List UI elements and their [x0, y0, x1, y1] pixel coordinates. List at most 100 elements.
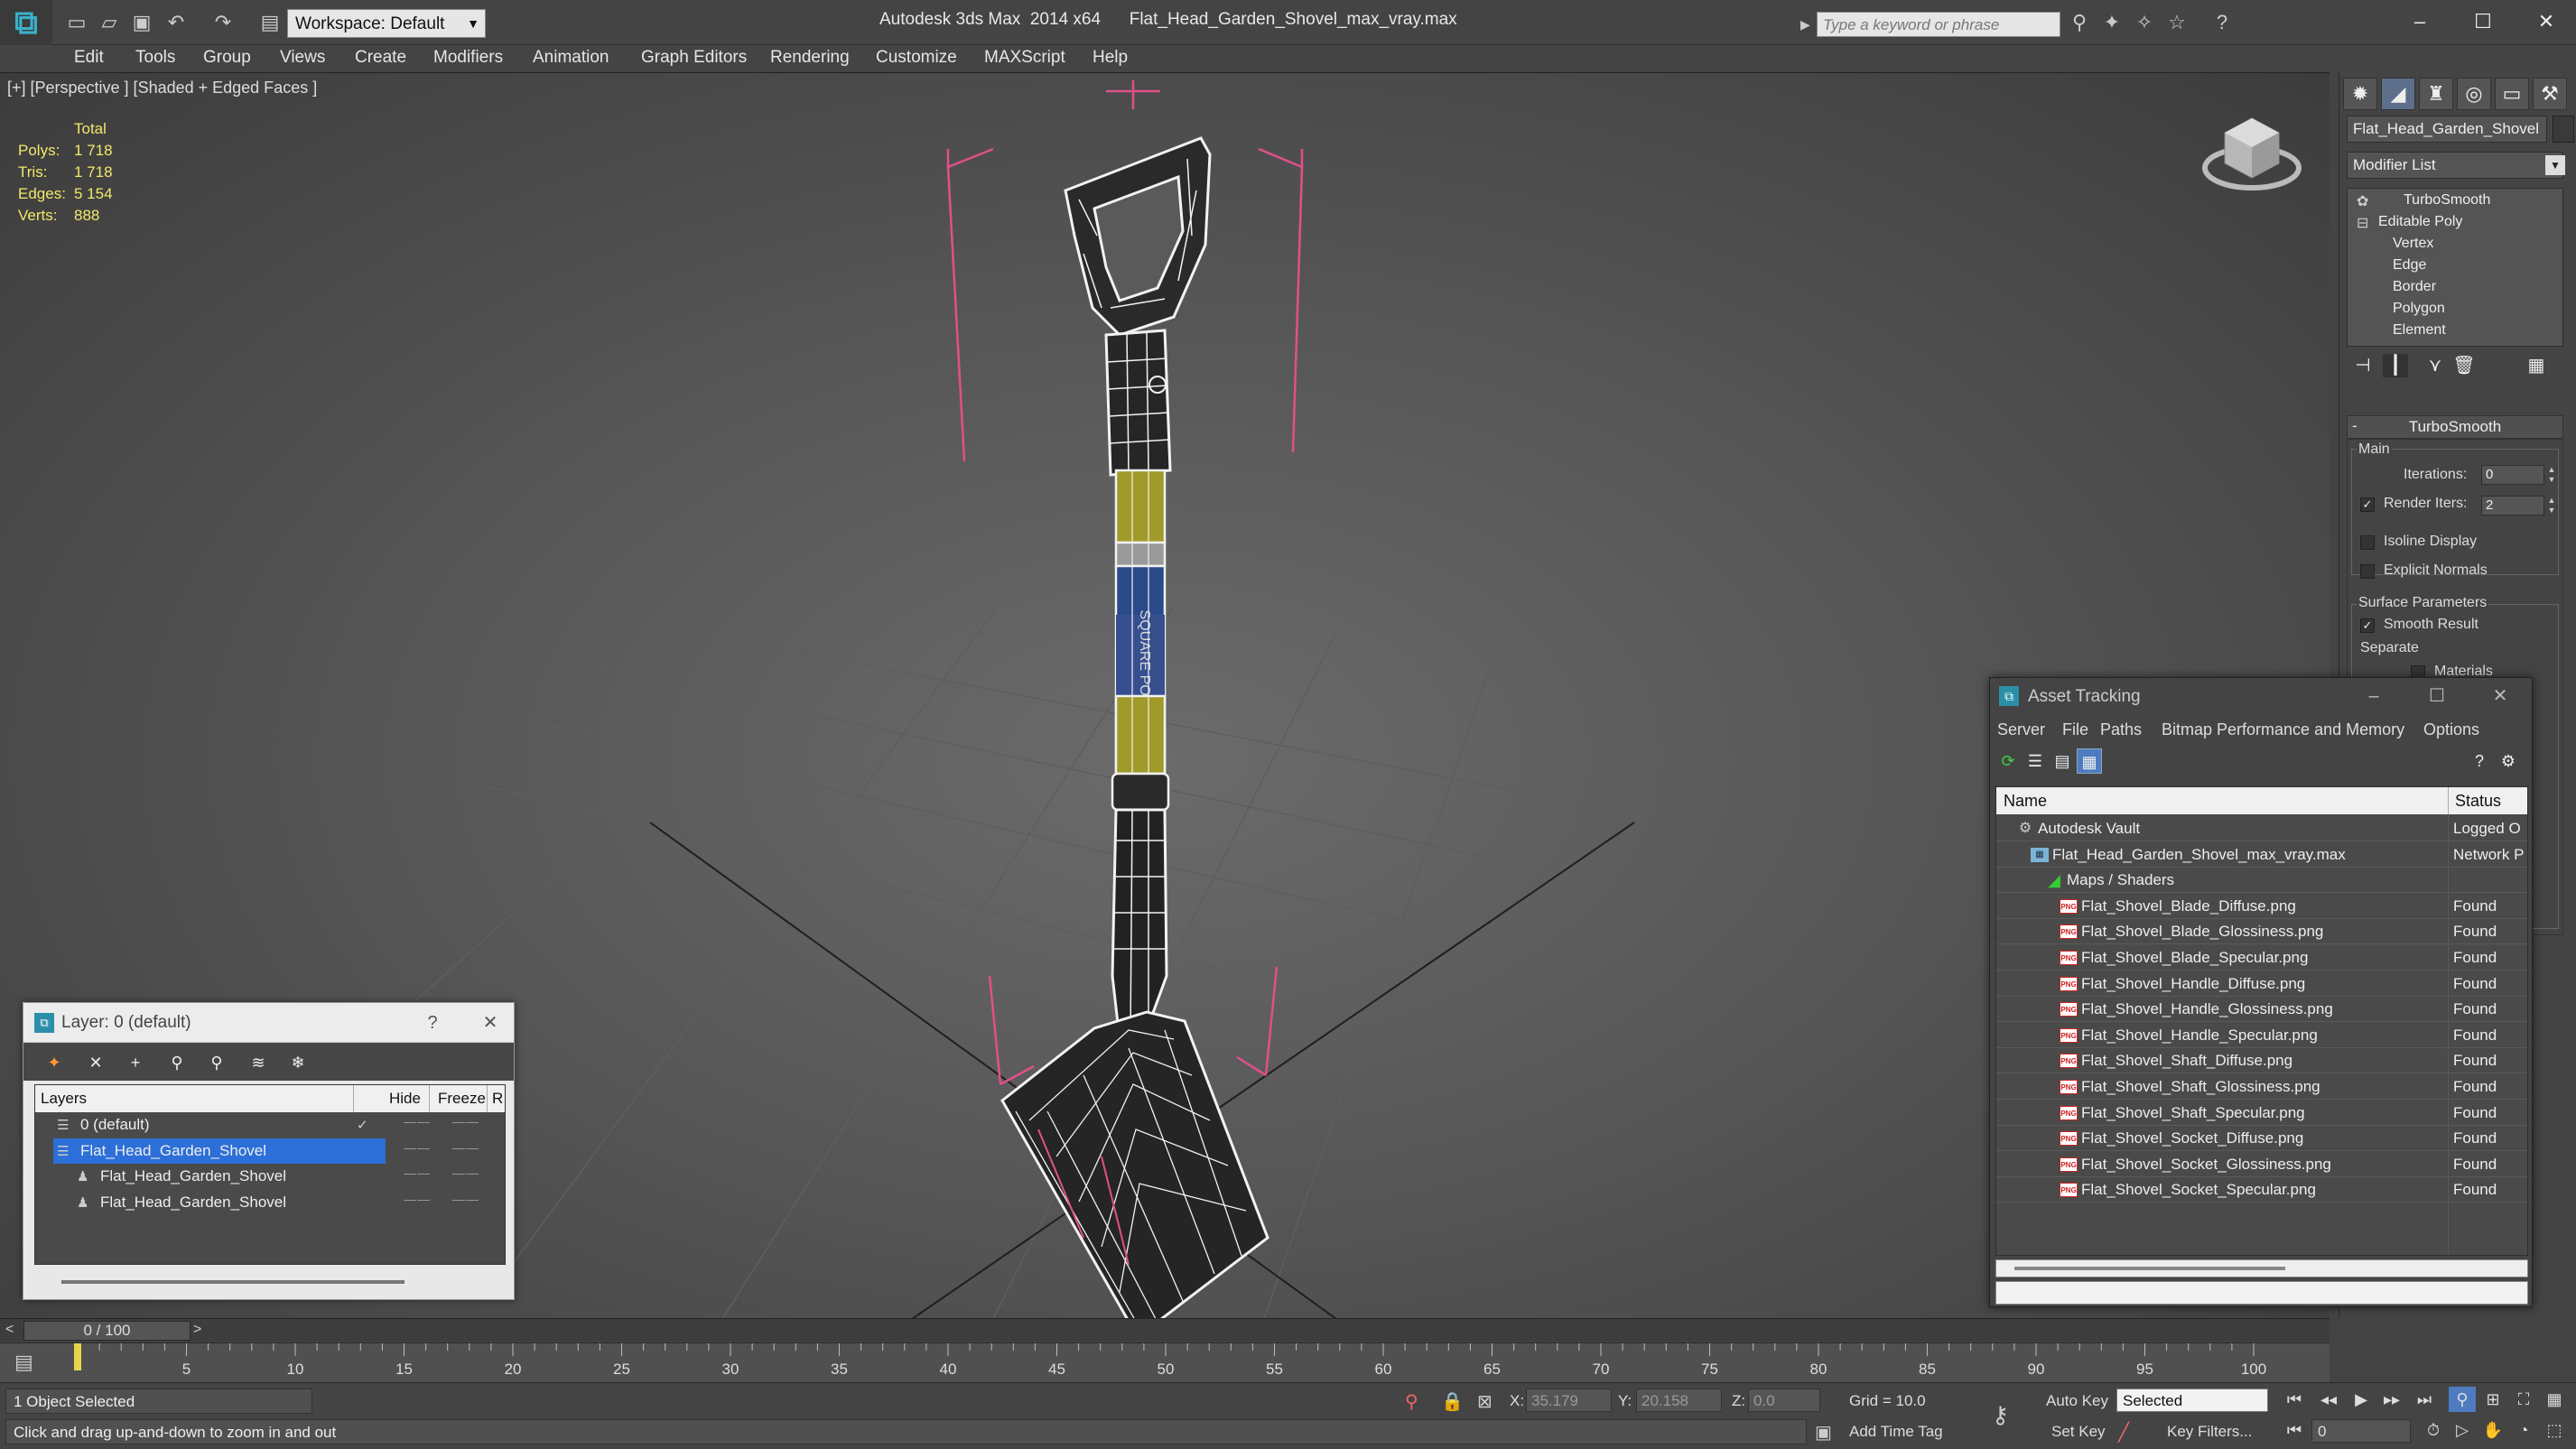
add-time-tag-button[interactable]: Add Time Tag: [1849, 1423, 1943, 1441]
column-divider[interactable]: [429, 1085, 430, 1112]
time-tag-icon[interactable]: ▣: [1815, 1421, 1832, 1444]
menu-server[interactable]: Server: [1997, 720, 2045, 739]
communication-icon[interactable]: ✧: [2133, 11, 2156, 34]
next-key-icon[interactable]: ▸▸: [2378, 1387, 2405, 1412]
menu-customize[interactable]: Customize: [876, 48, 957, 68]
column-name-header[interactable]: Name: [2004, 792, 2047, 811]
previous-key-icon[interactable]: ◂◂: [2315, 1387, 2342, 1412]
hierarchy-tab-icon[interactable]: ♜: [2419, 78, 2453, 110]
time-slider-thumb[interactable]: 0 / 100: [23, 1321, 191, 1341]
go-to-end-icon[interactable]: ⏭: [2411, 1387, 2438, 1412]
utilities-tab-icon[interactable]: ⚒: [2533, 78, 2567, 110]
table-row[interactable]: PNG Flat_Shovel_Shaft_Glossiness.png Found: [1996, 1074, 2527, 1100]
table-row[interactable]: PNG Flat_Shovel_Socket_Specular.png Found: [1996, 1177, 2527, 1203]
stack-item-turbosmooth[interactable]: TurboSmooth: [2404, 192, 2490, 209]
make-unique-icon[interactable]: ⋎: [2423, 354, 2448, 377]
display-tab-icon[interactable]: ▭: [2495, 78, 2529, 110]
asset-tracking-titlebar[interactable]: ⧉ Asset Tracking – ☐ ✕: [1990, 678, 2532, 714]
turbosmooth-rollout-header[interactable]: TurboSmooth: [2347, 415, 2563, 439]
menu-views[interactable]: Views: [280, 48, 325, 68]
help-icon[interactable]: ?: [2467, 748, 2492, 774]
orbit-icon[interactable]: ◔: [2510, 1417, 2537, 1443]
menu-bitmap-performance[interactable]: Bitmap Performance and Memory: [2162, 720, 2404, 739]
hide-toggle[interactable]: ——: [404, 1192, 431, 1206]
help-button[interactable]: ?: [419, 1010, 446, 1036]
absolute-mode-icon[interactable]: ⊠: [1477, 1390, 1493, 1413]
stack-item-editable-poly[interactable]: Editable Poly: [2378, 214, 2462, 230]
stack-item-border[interactable]: Border: [2393, 279, 2436, 295]
menu-group[interactable]: Group: [203, 48, 251, 68]
collapse-icon[interactable]: -: [2352, 417, 2357, 435]
pan-view-icon[interactable]: ✋: [2479, 1417, 2506, 1443]
explicit-normals-checkbox[interactable]: [2360, 564, 2375, 579]
horizontal-scrollbar[interactable]: [34, 1267, 506, 1297]
key-filters-button[interactable]: Key Filters...: [2167, 1423, 2252, 1441]
modifier-list-dropdown[interactable]: Modifier List: [2347, 152, 2563, 179]
redo-icon[interactable]: ↷: [211, 11, 235, 34]
layer-manager-titlebar[interactable]: ⧉ Layer: 0 (default) ? ✕: [23, 1003, 514, 1043]
zoom-icon[interactable]: ⚲: [2449, 1387, 2476, 1412]
set-key-button[interactable]: Set Key: [2051, 1423, 2106, 1441]
settings-icon[interactable]: ⚙: [2496, 748, 2521, 774]
close-button[interactable]: ✕: [2519, 5, 2573, 38]
refresh-icon[interactable]: ⟳: [1995, 748, 2021, 774]
table-row[interactable]: PNG Flat_Shovel_Handle_Glossiness.png Foun…: [1996, 997, 2527, 1023]
menu-help[interactable]: Help: [1093, 48, 1128, 68]
scrollbar-thumb[interactable]: [2014, 1267, 2285, 1270]
table-row[interactable]: PNG Flat_Shovel_Handle_Diffuse.png Found: [1996, 971, 2527, 997]
undo-icon[interactable]: ↶: [164, 11, 188, 34]
column-divider[interactable]: [353, 1085, 354, 1112]
minimize-button[interactable]: –: [2360, 683, 2387, 709]
field-of-view-icon[interactable]: ▷: [2449, 1417, 2476, 1443]
close-button[interactable]: ✕: [477, 1010, 504, 1036]
viewcube[interactable]: [2202, 117, 2302, 190]
menu-file[interactable]: File: [2062, 720, 2088, 739]
table-view-icon[interactable]: ▦: [2077, 748, 2102, 774]
table-row[interactable]: ▦ Flat_Head_Garden_Shovel_max_vray.max Net…: [1996, 842, 2527, 868]
collapse-icon[interactable]: ⊟: [2357, 214, 2368, 232]
render-iters-checkbox[interactable]: ✓: [2360, 497, 2375, 512]
column-divider[interactable]: [2448, 787, 2449, 814]
current-frame-field[interactable]: 0: [2311, 1419, 2411, 1443]
previous-frame-icon[interactable]: <: [5, 1322, 14, 1338]
freeze-toggle[interactable]: ——: [452, 1140, 479, 1155]
create-layer-icon[interactable]: ✦: [42, 1050, 67, 1075]
table-row[interactable]: PNG Flat_Shovel_Shaft_Diffuse.png Found: [1996, 1048, 2527, 1074]
modify-tab-icon[interactable]: ◢: [2381, 78, 2415, 110]
hide-toggle[interactable]: ——: [404, 1166, 431, 1180]
isoline-display-checkbox[interactable]: [2360, 535, 2375, 550]
table-row[interactable]: PNG Flat_Shovel_Blade_Specular.png Found: [1996, 945, 2527, 971]
column-divider[interactable]: [487, 1085, 488, 1112]
motion-tab-icon[interactable]: ◎: [2457, 78, 2491, 110]
time-slider[interactable]: < 0 / 100 >: [0, 1318, 2330, 1342]
auto-key-button[interactable]: Auto Key: [2046, 1392, 2108, 1410]
chevron-down-icon[interactable]: ▼: [2545, 155, 2565, 175]
render-iters-spinner[interactable]: 2: [2481, 496, 2544, 516]
stack-item-polygon[interactable]: Polygon: [2393, 301, 2445, 317]
table-row[interactable]: PNG Flat_Shovel_Socket_Glossiness.png Foun…: [1996, 1152, 2527, 1177]
z-coord-field[interactable]: 0.0: [1748, 1389, 1820, 1412]
subscription-icon[interactable]: ✦: [2100, 11, 2124, 34]
spinner-arrows-icon[interactable]: ▲ ▼: [2546, 465, 2557, 485]
maximize-button[interactable]: ☐: [2423, 683, 2450, 709]
object-color-swatch[interactable]: [2553, 116, 2574, 143]
stack-item-element[interactable]: Element: [2393, 322, 2446, 339]
hide-all-layers-icon[interactable]: ≋: [246, 1050, 271, 1075]
set-key-mode-icon[interactable]: ╱: [2118, 1421, 2129, 1444]
layer-row[interactable]: ☰ Flat_Head_Garden_Shovel —— ——: [35, 1138, 505, 1164]
key-mode-toggle-icon[interactable]: ⏮: [2281, 1417, 2308, 1443]
zoom-extents-icon[interactable]: ⛶: [2510, 1387, 2537, 1412]
table-row[interactable]: PNG Flat_Shovel_Blade_Diffuse.png Found: [1996, 894, 2527, 919]
add-to-layer-icon[interactable]: +: [123, 1050, 148, 1075]
create-tab-icon[interactable]: ✹: [2343, 78, 2377, 110]
pin-stack-icon[interactable]: ⊣: [2350, 354, 2376, 377]
hide-toggle[interactable]: ——: [404, 1114, 431, 1129]
menu-rendering[interactable]: Rendering: [770, 48, 850, 68]
save-file-icon[interactable]: ▣: [130, 11, 153, 34]
menu-animation[interactable]: Animation: [533, 48, 609, 68]
scrollbar-thumb[interactable]: [61, 1280, 405, 1284]
show-end-result-icon[interactable]: ┃: [2383, 354, 2408, 377]
app-menu-button[interactable]: ⧉: [0, 0, 52, 45]
table-row[interactable]: ◢ Maps / Shaders: [1996, 868, 2527, 894]
zoom-extents-all-icon[interactable]: ▦: [2541, 1387, 2568, 1412]
